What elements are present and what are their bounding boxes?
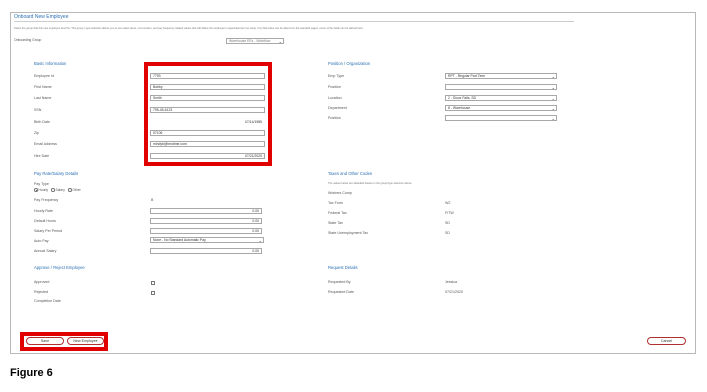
department-label: Department [328,106,347,110]
onboarding-group-select[interactable]: Warehouse EEs - Workflow ⌄ [226,38,284,44]
position-2-select[interactable]: ⌄ [445,115,557,121]
auto-pay-label: Auto Pay [34,239,49,243]
email-label: Email Address [34,142,57,146]
chevron-down-icon: ⌄ [258,238,262,243]
title-divider [14,20,574,21]
basic-info-heading: Basic Information [34,61,67,66]
pay-type-salary-radio[interactable] [51,188,55,192]
chevron-down-icon: ⌄ [278,39,282,44]
first-name-label: First Name [34,85,52,89]
position-label: Position [328,85,341,89]
salary-per-period-label: Salary Per Period [34,229,63,233]
page-title: Onboard New Employee [14,14,69,20]
workers-comp-label: Workers Comp [328,191,352,195]
employee-id-label: Employee Id [34,74,54,78]
completion-date-label: Completion Date [34,299,61,303]
onboarding-group-label: Onboarding Group [14,38,42,42]
tax-form-label: Tax Form [328,201,343,205]
emp-type-label: Emp Type [328,74,345,78]
state-unemployment-label: State Unemployment Tax [328,231,369,235]
federal-tax-label: Federal Tax [328,211,347,215]
pay-type-label: Pay Type [34,182,49,186]
taxes-heading: Taxes and Other Codes [328,171,372,176]
approve-reject-heading: Approve / Reject Employee [34,265,85,270]
tax-form-value: W2 [445,201,451,205]
hourly-rate-field[interactable]: 0.00 [150,208,262,214]
state-tax-label: State Tax [328,221,343,225]
rejected-label: Rejected [34,290,49,294]
hourly-option-label: Hourly [38,187,49,192]
pay-frequency-label: Pay Frequency [34,198,59,202]
hourly-rate-label: Hourly Rate [34,209,53,213]
pay-details-heading: Pay Rate/Salary Details [34,171,79,176]
approved-label: Approved [34,280,50,284]
approved-checkbox[interactable] [151,281,155,285]
hire-date-label: Hire Date [34,154,50,158]
highlight-buttons [20,332,108,351]
ssn-label: SSN [34,108,42,112]
requested-date-value: 07/21/2020 [445,290,463,294]
department-select[interactable]: 8 - Warehouse ⌄ [445,105,557,111]
auto-pay-select[interactable]: None - No Standard Automatic Pay ⌄ [150,237,264,243]
salary-option-label: Salary [55,187,65,192]
chevron-down-icon: ⌄ [551,85,555,90]
position-2-label: Position [328,116,341,120]
state-unemployment-value: SD [445,231,450,235]
location-label: Location [328,96,342,100]
cancel-button[interactable]: Cancel [647,337,686,345]
location-select[interactable]: 2 - Sioux Falls, SD ⌄ [445,95,557,101]
request-details-heading: Request Details [328,265,358,270]
position-select[interactable]: ⌄ [445,84,557,90]
state-tax-value: SD [445,221,450,225]
last-name-label: Last Name [34,96,52,100]
requested-date-label: Requested Date [328,290,354,294]
default-hours-field[interactable]: 0.00 [150,218,262,224]
pay-type-hourly-radio[interactable] [34,188,38,192]
chevron-down-icon: ⌄ [551,74,555,79]
salary-per-period-field[interactable]: 0.00 [150,228,262,234]
birth-date-label: Birth Date [34,120,50,124]
chevron-down-icon: ⌄ [551,96,555,101]
emp-type-select[interactable]: RPT - Regular Part Time ⌄ [445,73,557,79]
chevron-down-icon: ⌄ [551,106,555,111]
pay-frequency-value[interactable]: B [151,198,153,203]
highlight-basic-info [144,62,272,166]
federal-tax-value: FITW [445,211,454,215]
position-org-heading: Position / Organization [328,61,371,66]
page-description: Select the group that this new employee … [14,27,364,30]
default-hours-label: Default Hours [34,219,56,223]
other-option-label: Other [72,187,81,192]
zip-label: Zip [34,131,39,135]
figure-caption: Figure 6 [10,367,53,379]
taxes-note: The values below are defaulted based on … [328,182,413,185]
pay-type-other-radio[interactable] [68,188,72,192]
rejected-checkbox[interactable] [151,291,155,295]
chevron-down-icon: ⌄ [551,116,555,121]
requested-by-value: Jessica [445,280,457,284]
annual-salary-field[interactable]: 0.00 [150,248,262,254]
requested-by-label: Requested By [328,280,351,284]
annual-salary-label: Annual Salary [34,249,57,253]
